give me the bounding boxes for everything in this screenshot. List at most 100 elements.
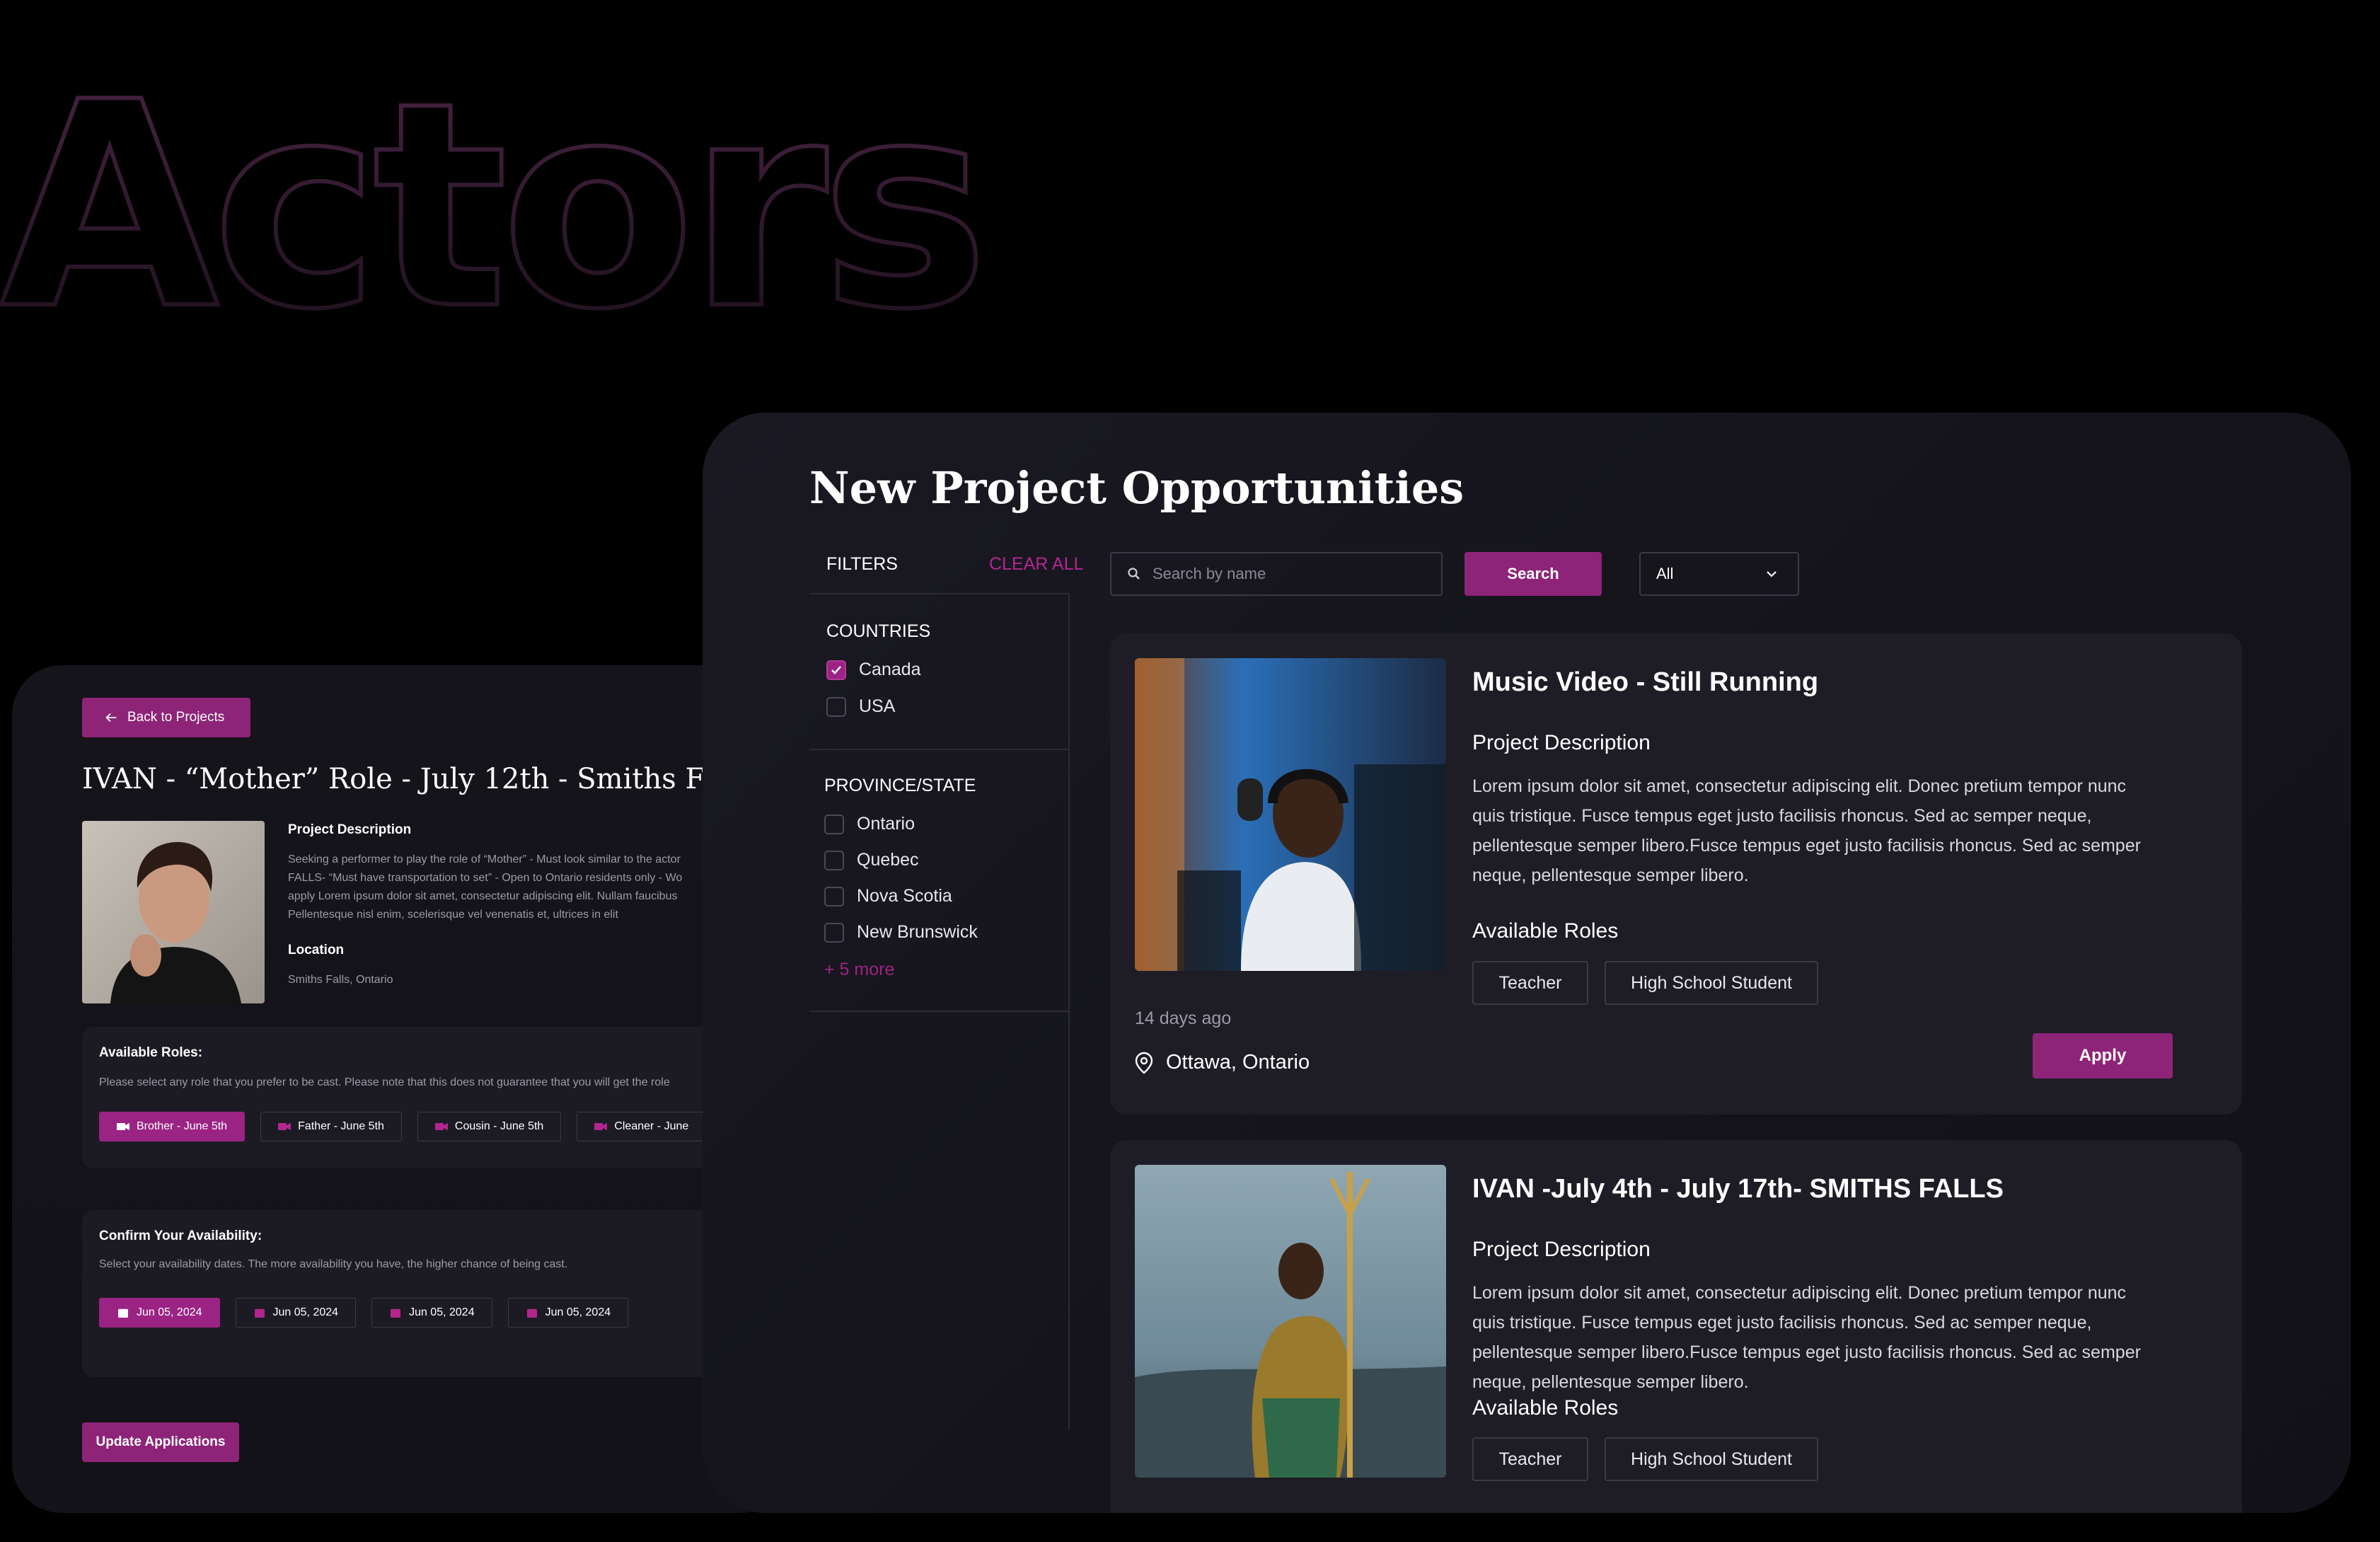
location-pin-icon [1135, 1052, 1153, 1074]
search-input[interactable]: Search by name [1110, 552, 1443, 596]
actor-photo [82, 821, 265, 1003]
role-chip-label: Cousin - June 5th [454, 1120, 544, 1132]
checkbox[interactable] [826, 696, 846, 717]
hero-title-outline: Actors [0, 42, 991, 326]
card-title: IVAN -July 4th - July 17th- SMITHS FALLS [1472, 1174, 2004, 1204]
detail-desc-heading: Project Description [288, 822, 412, 837]
card-description: Lorem ipsum dolor sit amet, consectetur … [1472, 1283, 2141, 1392]
page-title: New Project Opportunities [809, 462, 1465, 514]
search-button[interactable]: Search [1465, 552, 1602, 596]
update-applications-button[interactable]: Update Applications [82, 1422, 239, 1462]
card-title: Music Video - Still Running [1472, 667, 1819, 697]
filter-option-new-brunswick[interactable]: New Brunswick [824, 922, 978, 943]
filter-option-label: Nova Scotia [857, 886, 952, 906]
role-title: IVAN - “Mother” Role - July 12th - Smith… [82, 763, 753, 795]
available-roles-box: Available Roles: Please select any role … [82, 1027, 790, 1168]
checkbox-checked[interactable] [826, 660, 846, 680]
location-label: Ottawa, Ontario [1166, 1051, 1310, 1074]
divider [809, 1011, 1070, 1012]
project-card[interactable]: IVAN -July 4th - July 17th- SMITHS FALLS… [1110, 1140, 2242, 1513]
checkbox[interactable] [824, 886, 844, 907]
date-chip-label: Jun 05, 2024 [272, 1306, 339, 1318]
video-icon [434, 1123, 448, 1130]
date-chip[interactable]: Jun 05, 2024 [507, 1298, 629, 1328]
project-image [1135, 658, 1446, 971]
checkbox[interactable] [824, 814, 844, 834]
filter-option-label: Ontario [857, 814, 915, 834]
checkbox[interactable] [824, 850, 844, 870]
date-chip-label: Jun 05, 2024 [545, 1306, 611, 1318]
date-chip-label: Jun 05, 2024 [409, 1306, 475, 1318]
date-chip[interactable]: Jun 05, 2024 [99, 1298, 220, 1328]
select-value: All [1656, 565, 1674, 582]
date-chip[interactable]: Jun 05, 2024 [371, 1298, 492, 1328]
filter-option-label: Canada [859, 660, 921, 679]
search-placeholder: Search by name [1153, 565, 1266, 582]
filter-option-label: Quebec [857, 850, 919, 870]
card-roles-heading: Available Roles [1472, 919, 1619, 943]
project-card[interactable]: Music Video - Still Running Project Desc… [1110, 633, 2242, 1115]
card-roles-heading: Available Roles [1472, 1396, 1619, 1420]
availability-heading: Confirm Your Availability: [99, 1229, 262, 1243]
clear-all-link[interactable]: CLEAR ALL [989, 554, 1083, 575]
filter-option-ontario[interactable]: Ontario [824, 814, 915, 834]
filter-option-nova-scotia[interactable]: Nova Scotia [824, 886, 952, 907]
role-chip[interactable]: Cleaner - June [577, 1112, 707, 1141]
role-chip-high-school-student[interactable]: High School Student [1605, 961, 1818, 1005]
filters-label: FILTERS [826, 554, 898, 574]
arrow-left-icon [105, 713, 117, 723]
filter-option-canada[interactable]: Canada [826, 660, 921, 680]
video-icon [278, 1123, 291, 1130]
divider [809, 749, 1070, 750]
date-chips: Jun 05, 2024 Jun 05, 2024 Jun 05, 2024 J… [99, 1298, 629, 1328]
role-chip[interactable]: Brother - June 5th [99, 1112, 245, 1141]
role-chip[interactable]: Cousin - June 5th [417, 1112, 562, 1141]
back-to-projects-button[interactable]: Back to Projects [82, 698, 250, 737]
show-more-link[interactable]: + 5 more [824, 960, 894, 980]
role-chip[interactable]: Father - June 5th [260, 1112, 402, 1141]
countries-heading: COUNTRIES [826, 621, 931, 641]
roles-heading: Available Roles: [99, 1045, 203, 1060]
project-detail-panel: Back to Projects IVAN - “Mother” Role - … [12, 665, 790, 1513]
card-desc-heading: Project Description [1472, 731, 1651, 754]
back-label: Back to Projects [127, 710, 225, 725]
video-icon [117, 1123, 129, 1130]
date-chip[interactable]: Jun 05, 2024 [235, 1298, 357, 1328]
opportunities-panel: New Project Opportunities FILTERS CLEAR … [703, 413, 2351, 1513]
card-desc-heading: Project Description [1472, 1238, 1651, 1261]
calendar-icon [526, 1308, 537, 1318]
province-heading: PROVINCE/STATE [824, 776, 976, 795]
calendar-icon [118, 1308, 128, 1318]
role-chips: Brother - June 5th Father - June 5th Cou… [99, 1112, 707, 1141]
filter-sidebar [809, 594, 1070, 1429]
availability-note: Select your availability dates. The more… [99, 1258, 568, 1270]
calendar-icon [391, 1308, 401, 1318]
filter-option-label: New Brunswick [857, 922, 978, 942]
availability-box: Confirm Your Availability: Select your a… [82, 1210, 790, 1377]
filter-option-usa[interactable]: USA [826, 696, 895, 717]
detail-location: Smiths Falls, Ontario [288, 974, 393, 986]
card-description: Lorem ipsum dolor sit amet, consectetur … [1472, 776, 2141, 885]
project-image [1135, 1165, 1446, 1478]
role-chip-label: Father - June 5th [298, 1120, 384, 1132]
role-chip-label: Brother - June 5th [137, 1120, 228, 1132]
filter-option-label: USA [859, 696, 896, 716]
detail-location-heading: Location [288, 943, 345, 957]
check-icon [831, 665, 841, 674]
role-chip-teacher[interactable]: Teacher [1472, 1437, 1588, 1481]
posted-time: 14 days ago [1135, 1008, 1232, 1028]
calendar-icon [254, 1308, 265, 1318]
role-chip-teacher[interactable]: Teacher [1472, 961, 1588, 1005]
chevron-down-icon [1767, 571, 1777, 577]
checkbox[interactable] [824, 922, 844, 943]
roles-note: Please select any role that you prefer t… [99, 1076, 670, 1088]
card-location: Ottawa, Ontario [1135, 1051, 1310, 1074]
role-chip-high-school-student[interactable]: High School Student [1605, 1437, 1818, 1481]
filter-option-quebec[interactable]: Quebec [824, 850, 919, 870]
video-icon [594, 1123, 608, 1130]
hero-word: Actors [0, 42, 982, 326]
category-select[interactable]: All [1639, 552, 1799, 596]
apply-button[interactable]: Apply [2033, 1033, 2173, 1078]
search-icon [1128, 568, 1140, 580]
date-chip-label: Jun 05, 2024 [137, 1306, 202, 1318]
